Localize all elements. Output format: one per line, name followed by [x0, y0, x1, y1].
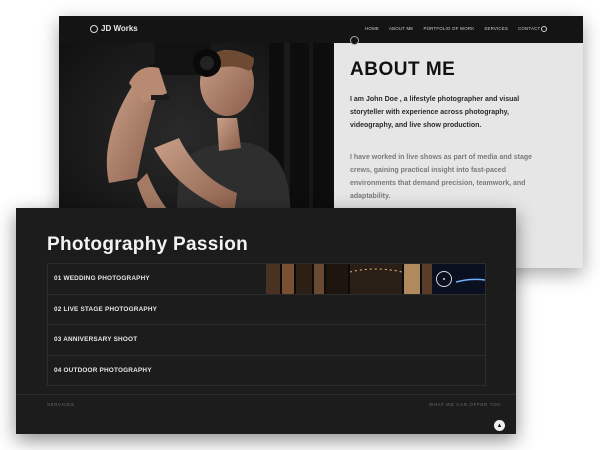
nav-links: HOME ABOUT ME PORTFOLIO OF WORK SERVICES…: [365, 26, 550, 31]
top-nav: JD Works HOME ABOUT ME PORTFOLIO OF WORK…: [59, 16, 583, 43]
about-paragraph-2: I have worked in live shows as part of m…: [350, 154, 533, 200]
about-paragraph-1: I am John Doe , a lifestyle photographer…: [350, 96, 520, 129]
footer-label-left: SERVICES: [47, 402, 75, 407]
view-circle-icon[interactable]: [436, 271, 452, 287]
section-title: Photography Passion: [47, 234, 249, 255]
nav-link-services[interactable]: SERVICES: [484, 26, 508, 31]
brand[interactable]: JD Works: [90, 24, 138, 33]
about-title: ABOUT ME: [350, 59, 456, 80]
service-row-outdoor[interactable]: 04 OUTDOOR PHOTOGRAPHY: [48, 356, 485, 386]
cursor-circle-icon: [350, 36, 359, 45]
nav-link-about[interactable]: ABOUT ME: [389, 26, 413, 31]
wedding-preview-illustration: [266, 264, 485, 294]
nav-link-portfolio[interactable]: PORTFOLIO OF WORK: [423, 26, 474, 31]
arrow-up-icon: ▲: [496, 422, 503, 429]
footer-label-right: WHAT WE CAN OFFER YOU: [429, 402, 502, 407]
search-icon[interactable]: [541, 26, 547, 32]
service-label: 02 LIVE STAGE PHOTOGRAPHY: [54, 305, 158, 313]
nav-link-contact[interactable]: CONTACT: [518, 26, 540, 31]
footer-divider: [16, 394, 516, 395]
camera-icon: [90, 24, 98, 33]
service-row-live-stage[interactable]: 02 LIVE STAGE PHOTOGRAPHY: [48, 295, 485, 325]
nav-link-home[interactable]: HOME: [365, 26, 379, 31]
service-preview-image: [266, 264, 485, 294]
brand-name: JD Works: [101, 24, 138, 33]
service-label: 04 OUTDOOR PHOTOGRAPHY: [54, 366, 152, 374]
services-page-window: Photography Passion 01 WEDDING PHOTOGRAP…: [16, 208, 516, 434]
service-label: 03 ANNIVERSARY SHOOT: [54, 336, 138, 343]
services-list: 01 WEDDING PHOTOGRAPHY 02 LIVE STAGE PHO…: [47, 263, 486, 386]
service-row-wedding[interactable]: 01 WEDDING PHOTOGRAPHY: [48, 264, 485, 295]
service-label: 01 WEDDING PHOTOGRAPHY: [54, 275, 150, 282]
service-row-anniversary[interactable]: 03 ANNIVERSARY SHOOT: [48, 325, 485, 356]
scroll-top-button[interactable]: ▲: [494, 420, 505, 431]
